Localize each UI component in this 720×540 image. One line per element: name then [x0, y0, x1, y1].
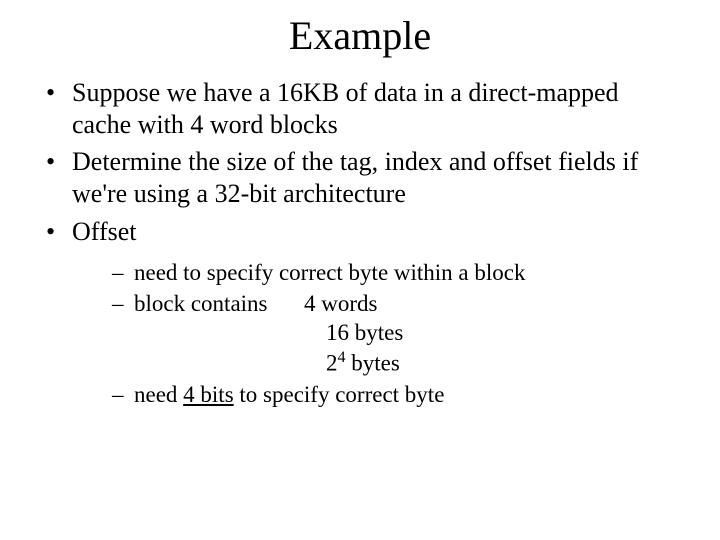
bullet-item: Suppose we have a 16KB of data in a dire… [46, 77, 680, 140]
sub-value: 16 bytes [326, 318, 680, 347]
underlined-text: 4 bits [183, 382, 233, 407]
sub-item: need 4 bits to specify correct byte [112, 380, 680, 409]
sub-value: 24 bytes [326, 348, 680, 378]
sub-text: need [134, 382, 183, 407]
sub-item: block contains 4 words 16 bytes 24 bytes [112, 289, 680, 378]
bullet-text: Determine the size of the tag, index and… [72, 147, 638, 208]
unit: bytes [346, 351, 400, 376]
bullet-item: Offset need to specify correct byte with… [46, 216, 680, 410]
slide: Example Suppose we have a 16KB of data i… [0, 0, 720, 540]
slide-title: Example [40, 12, 680, 59]
base: 2 [326, 351, 338, 376]
bullet-list: Suppose we have a 16KB of data in a dire… [46, 77, 680, 409]
sub-text: need to specify correct byte within a bl… [134, 260, 526, 285]
bullet-text: Offset [72, 217, 137, 246]
sub-list: need to specify correct byte within a bl… [112, 258, 680, 410]
sub-value: 4 words [304, 289, 377, 318]
sub-item: need to specify correct byte within a bl… [112, 258, 680, 287]
sub-text: to specify correct byte [234, 382, 445, 407]
bullet-text: Suppose we have a 16KB of data in a dire… [72, 78, 619, 139]
sub-label: block contains [134, 289, 304, 318]
bullet-item: Determine the size of the tag, index and… [46, 146, 680, 209]
exponent: 4 [338, 349, 346, 366]
